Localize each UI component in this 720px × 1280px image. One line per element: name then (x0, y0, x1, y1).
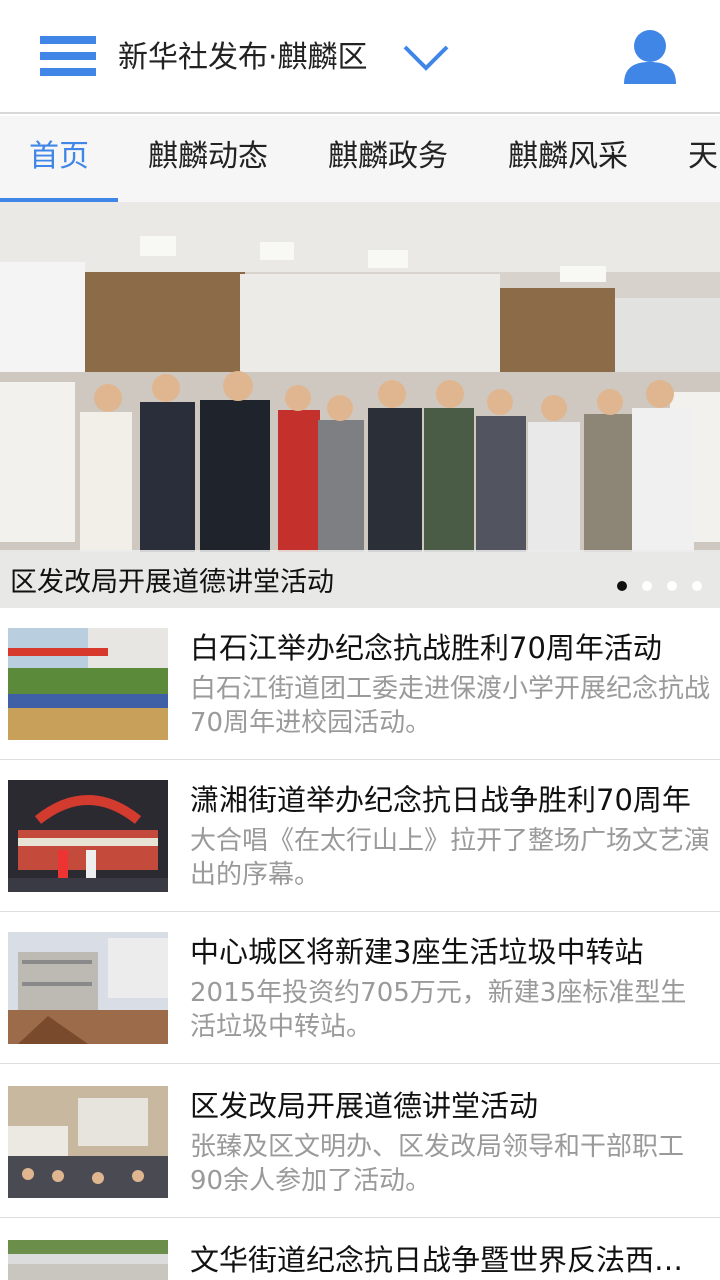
news-thumbnail (8, 780, 168, 892)
tab-qilin-style[interactable]: 麒麟风采 (508, 116, 628, 202)
user-profile-icon[interactable] (620, 28, 680, 86)
tab-qilin-news[interactable]: 麒麟动态 (148, 116, 268, 202)
news-item[interactable]: 潇湘街道举办纪念抗日战争胜利70周年 大合唱《在太行山上》拉开了整场广场文艺演出… (0, 760, 720, 912)
carousel-dot[interactable] (641, 581, 652, 591)
tab-home[interactable]: 首页 (29, 116, 89, 202)
news-item[interactable]: 中心城区将新建3座生活垃圾中转站 2015年投资约705万元，新建3座标准型生活… (0, 912, 720, 1064)
tab-more[interactable]: 天 (688, 116, 718, 202)
carousel-indicator (607, 576, 702, 595)
news-thumbnail (8, 1240, 168, 1280)
news-description: 大合唱《在太行山上》拉开了整场广场文艺演出的序幕。 (190, 826, 711, 890)
chevron-down-icon[interactable] (402, 44, 450, 72)
category-tabs: 首页 麒麟动态 麒麟政务 麒麟风采 天 (0, 116, 720, 202)
news-description: 白石江街道团工委走进保渡小学开展纪念抗战70周年进校园活动。 (190, 674, 711, 738)
banner-caption-bar: 区发改局开展道德讲堂活动 (0, 550, 720, 608)
carousel-dot[interactable] (616, 581, 627, 591)
hamburger-menu-icon[interactable] (40, 36, 96, 76)
banner-carousel[interactable]: 区发改局开展道德讲堂活动 (0, 202, 720, 608)
app-header: 新华社发布·麒麟区 (0, 0, 720, 114)
news-title: 中心城区将新建3座生活垃圾中转站 (190, 935, 644, 969)
news-title: 区发改局开展道德讲堂活动 (190, 1089, 539, 1123)
tab-qilin-affairs[interactable]: 麒麟政务 (328, 116, 448, 202)
carousel-dot[interactable] (666, 581, 677, 591)
news-item[interactable]: 区发改局开展道德讲堂活动 张臻及区文明办、区发改局领导和干部职工90余人参加了活… (0, 1066, 720, 1218)
carousel-dot[interactable] (692, 581, 702, 591)
news-thumbnail (8, 932, 168, 1044)
news-thumbnail (8, 628, 168, 740)
news-item[interactable]: 白石江举办纪念抗战胜利70周年活动 白石江街道团工委走进保渡小学开展纪念抗战70… (0, 608, 720, 760)
news-thumbnail (8, 1086, 168, 1198)
banner-caption: 区发改局开展道德讲堂活动 (10, 567, 334, 598)
page-title: 新华社发布·麒麟区 (118, 40, 368, 75)
news-description: 2015年投资约705万元，新建3座标准型生活垃圾中转站。 (190, 978, 687, 1042)
news-title: 文华街道纪念抗日战争暨世界反法西斯战争胜利 (190, 1243, 705, 1277)
banner-image (0, 202, 720, 608)
news-title: 潇湘街道举办纪念抗日战争胜利70周年 (190, 783, 691, 817)
news-title: 白石江举办纪念抗战胜利70周年活动 (190, 631, 662, 665)
news-description: 张臻及区文明办、区发改局领导和干部职工90余人参加了活动。 (190, 1132, 685, 1196)
news-item[interactable]: 文华街道纪念抗日战争暨世界反法西斯战争胜利 (0, 1220, 720, 1280)
